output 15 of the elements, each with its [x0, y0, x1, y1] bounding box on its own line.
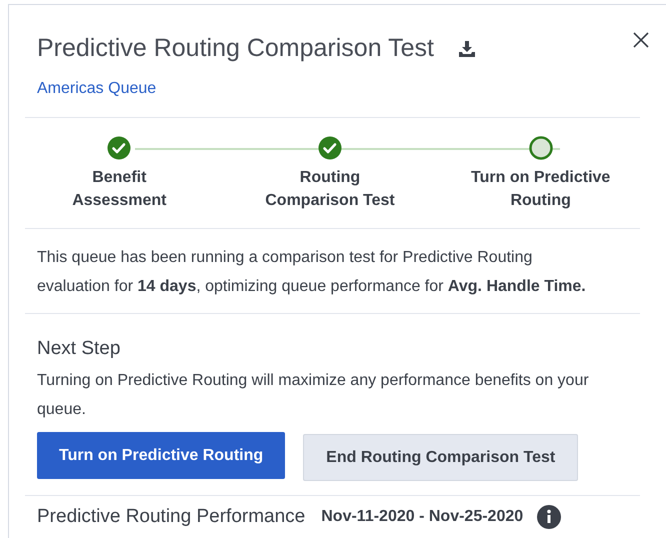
close-icon[interactable] [633, 32, 649, 48]
queue-link[interactable]: Americas Queue [37, 77, 156, 101]
summary-text: This queue has been running a comparison test for Predictive Routing evaluation for 14 days, optimizing queue performance for Avg. Handle Time. [37, 248, 587, 297]
next-step-text: Turning on Predictive Routing will maximize any performance benefits on your queue. [37, 371, 590, 420]
download-icon[interactable] [458, 40, 476, 58]
performance-heading: Predictive Routing Performance [37, 505, 306, 529]
date-range: Nov-11-2020 - Nov-25-2020 [321, 507, 524, 527]
step-label: Routing Comparison Test [264, 168, 396, 211]
panel-title: Predictive Routing Comparison Test [37, 33, 434, 64]
info-icon[interactable] [537, 505, 562, 529]
step-label: Benefit Assessment [71, 168, 168, 211]
secondary-button[interactable]: End Routing Comparison Test [303, 434, 578, 481]
next-step-heading: Next Step [37, 337, 122, 361]
step-label: Turn on Predictive Routing [470, 168, 612, 211]
primary-button[interactable]: Turn on Predictive Routing [37, 432, 286, 479]
